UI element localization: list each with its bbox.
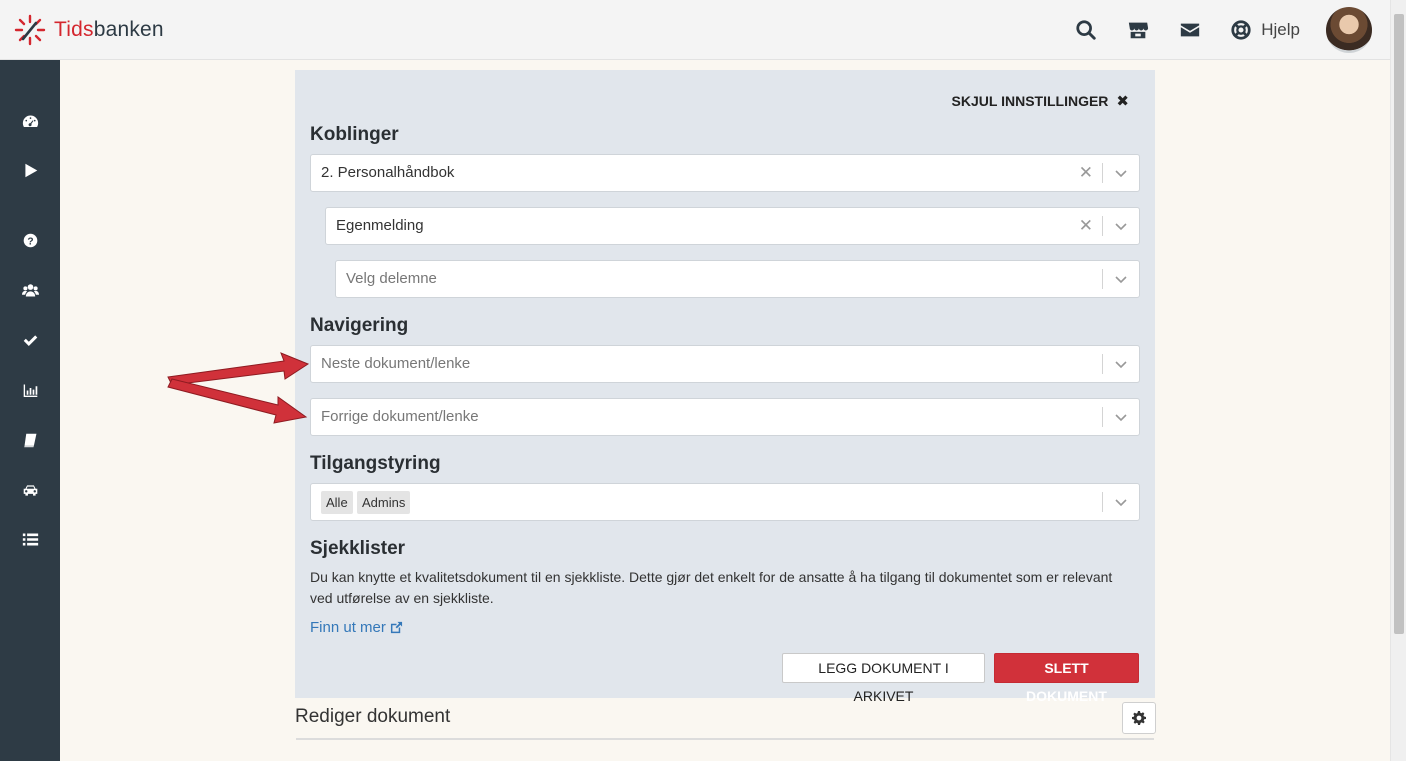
user-avatar[interactable] (1326, 7, 1372, 53)
delemne-select[interactable]: Velg delemne (335, 260, 1140, 298)
users-icon[interactable] (20, 280, 40, 300)
gear-icon (1132, 711, 1146, 725)
play-icon[interactable] (20, 160, 40, 180)
separator (1102, 269, 1103, 289)
chevron-down-icon[interactable] (1114, 357, 1128, 371)
logo-mark-icon (14, 14, 46, 46)
svg-text:?: ? (27, 236, 33, 247)
chevron-down-icon[interactable] (1114, 495, 1128, 509)
editor-settings-button[interactable] (1122, 702, 1156, 734)
top-bar: Tidsbanken Hjelp (0, 0, 1390, 60)
dashboard-icon[interactable] (20, 111, 40, 131)
next-document-select[interactable]: Neste dokument/lenke (310, 345, 1140, 383)
chevron-down-icon[interactable] (1114, 166, 1128, 180)
separator (1102, 492, 1103, 512)
page-scrollbar[interactable] (1390, 0, 1406, 761)
tag-admins[interactable]: Admins (357, 491, 411, 514)
chevron-down-icon[interactable] (1114, 410, 1128, 424)
sjekklister-description: Du kan knytte et kvalitetsdokument til e… (310, 569, 1113, 606)
check-icon[interactable] (20, 330, 40, 350)
archive-document-button[interactable]: LEGG DOKUMENT I ARKIVET (782, 653, 985, 704)
tilgangsstyring-title: Tilgangstyring (310, 453, 441, 474)
question-icon[interactable]: ? (20, 230, 40, 250)
koblinger-title: Koblinger (310, 124, 399, 145)
hide-settings-label: SKJUL INNSTILLINGER (951, 93, 1109, 109)
hide-settings-button[interactable]: SKJUL INNSTILLINGER ✖ (952, 92, 1129, 110)
editor-divider (296, 738, 1154, 740)
access-control-select[interactable]: Alle Admins (310, 483, 1140, 521)
car-icon[interactable] (20, 480, 40, 500)
chevron-down-icon[interactable] (1114, 219, 1128, 233)
tag-alle[interactable]: Alle (321, 491, 353, 514)
select-value: Egenmelding (336, 217, 424, 234)
select-value: 2. Personalhåndbok (321, 164, 455, 181)
close-icon: ✖ (1116, 93, 1129, 110)
sidebar: ? (0, 60, 60, 761)
clear-icon[interactable]: ✕ (1079, 155, 1093, 191)
select-placeholder: Neste dokument/lenke (321, 355, 471, 372)
clear-icon[interactable]: ✕ (1079, 208, 1093, 244)
settings-panel: SKJUL INNSTILLINGER ✖ Koblinger 2. Perso… (295, 70, 1155, 704)
arrow-to-next-document (167, 352, 310, 386)
help-label: Hjelp (1261, 20, 1300, 39)
scrollbar-thumb[interactable] (1394, 14, 1404, 634)
arrow-to-previous-document (167, 378, 308, 424)
book-icon[interactable] (20, 430, 40, 450)
navigering-title: Navigering (310, 315, 409, 336)
chevron-down-icon[interactable] (1114, 272, 1128, 286)
learn-more-label: Finn ut mer (310, 619, 386, 636)
koblinger-select-2[interactable]: Egenmelding ✕ (325, 207, 1140, 245)
select-placeholder: Forrige dokument/lenke (321, 408, 479, 425)
separator (1102, 163, 1103, 183)
delete-document-button[interactable]: SLETT DOKUMENT (994, 653, 1139, 704)
sjekklister-title: Sjekklister (310, 538, 406, 559)
separator (1102, 407, 1103, 427)
external-link-icon (390, 621, 402, 634)
logo-text: Tidsbanken (54, 18, 164, 41)
learn-more-link[interactable]: Finn ut mer (310, 619, 403, 636)
separator (1102, 354, 1103, 374)
separator (1102, 216, 1103, 236)
mail-icon[interactable] (1178, 18, 1202, 42)
lifebuoy-icon (1231, 20, 1251, 40)
search-icon[interactable] (1074, 18, 1098, 42)
help-button[interactable]: Hjelp (1230, 19, 1300, 41)
previous-document-select[interactable]: Forrige dokument/lenke (310, 398, 1140, 436)
select-placeholder: Velg delemne (346, 270, 437, 287)
bar-chart-icon[interactable] (20, 380, 40, 400)
list-icon[interactable] (20, 529, 40, 549)
tidsbanken-logo[interactable]: Tidsbanken (14, 14, 164, 46)
edit-document-title: Rediger dokument (295, 706, 451, 727)
koblinger-select-1[interactable]: 2. Personalhåndbok ✕ (310, 154, 1140, 192)
store-icon[interactable] (1126, 18, 1150, 42)
